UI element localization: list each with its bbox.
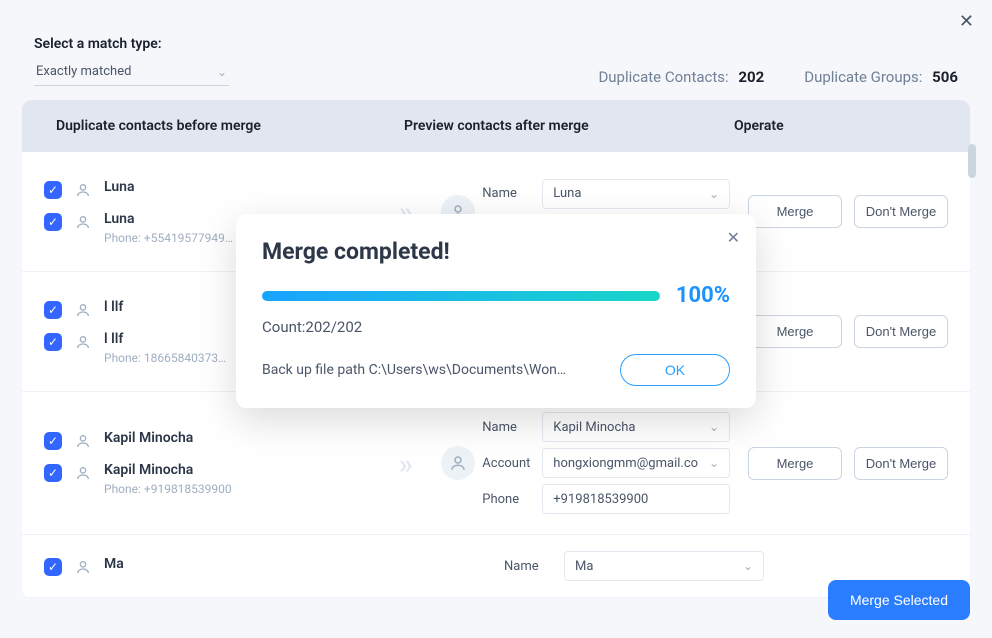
user-icon (74, 301, 92, 319)
checkbox-icon[interactable]: ✓ (44, 558, 62, 576)
close-icon: ✕ (727, 230, 740, 247)
contact-row: ✓ Luna (44, 173, 377, 205)
dont-merge-button[interactable]: Don't Merge (854, 195, 948, 228)
preview-phone-value: +919818539900 (553, 492, 648, 507)
backup-path: Back up file path C:\Users\ws\Documents\… (262, 362, 604, 378)
dont-merge-button[interactable]: Don't Merge (854, 315, 948, 348)
header: Select a match type: Exactly matched ⌄ D… (0, 0, 992, 86)
preview-account-label: Account (482, 456, 542, 471)
preview-name-value: Luna (553, 186, 581, 201)
preview-name-select[interactable]: Luna ⌄ (542, 179, 730, 209)
chevron-down-icon: ⌄ (709, 420, 719, 434)
preview-account-value: hongxiongmm@gmail.co (553, 456, 698, 471)
chevron-down-icon: ⌄ (709, 456, 719, 470)
merge-button[interactable]: Merge (748, 447, 842, 480)
user-icon (74, 181, 92, 199)
progress-bar (262, 291, 660, 301)
contact-name: Luna (104, 211, 233, 227)
preview-phone-select[interactable]: +919818539900 (542, 484, 730, 514)
contact-row: ✓ Kapil Minocha (44, 424, 377, 456)
merge-button[interactable]: Merge (748, 195, 842, 228)
preview-name-label: Name (504, 559, 564, 574)
dont-merge-button[interactable]: Don't Merge (854, 447, 948, 480)
user-icon (74, 213, 92, 231)
modal-close-button[interactable]: ✕ (727, 228, 740, 248)
contact-name: Kapil Minocha (104, 462, 232, 478)
checkbox-icon[interactable]: ✓ (44, 181, 62, 199)
merge-complete-modal: ✕ Merge completed! 100% Count:202/202 Ba… (236, 214, 756, 408)
dup-contacts-label: Duplicate Contacts: (598, 68, 728, 86)
contact-row: ✓ Ma (44, 550, 394, 582)
checkbox-icon[interactable]: ✓ (44, 432, 62, 450)
contact-row: ✓ Kapil Minocha Phone: +919818539900 (44, 456, 377, 502)
contact-name: Kapil Minocha (104, 430, 193, 446)
merge-selected-button[interactable]: Merge Selected (828, 580, 970, 620)
preview-name-select[interactable]: Ma ⌄ (564, 551, 764, 581)
chevron-down-icon: ⌄ (743, 559, 753, 573)
contact-phone: Phone: +55419577949… (104, 231, 233, 245)
group-row: ✓ Kapil Minocha ✓ Kapil Minocha Phone: +… (22, 392, 970, 535)
dup-contacts-stat: Duplicate Contacts: 202 (598, 68, 764, 86)
preview-name-value: Ma (575, 559, 593, 574)
col-preview: Preview contacts after merge (404, 118, 724, 134)
checkbox-icon[interactable]: ✓ (44, 464, 62, 482)
preview-phone-label: Phone (482, 492, 542, 507)
preview-name-select[interactable]: Kapil Minocha ⌄ (542, 412, 730, 442)
preview-name-label: Name (482, 420, 542, 435)
user-icon (74, 432, 92, 450)
dup-groups-label: Duplicate Groups: (804, 68, 922, 86)
preview-account-select[interactable]: hongxiongmm@gmail.co ⌄ (542, 448, 730, 478)
merge-button[interactable]: Merge (748, 315, 842, 348)
checkbox-icon[interactable]: ✓ (44, 213, 62, 231)
double-arrow-icon: » (399, 447, 413, 480)
contact-name: l llf (104, 331, 226, 347)
checkbox-icon[interactable]: ✓ (44, 301, 62, 319)
match-type-select[interactable]: Exactly matched ⌄ (34, 60, 229, 86)
user-icon (74, 464, 92, 482)
ok-button[interactable]: OK (620, 354, 730, 386)
window-close-button[interactable]: ✕ (959, 12, 974, 30)
chevron-down-icon: ⌄ (217, 65, 227, 79)
modal-title: Merge completed! (262, 238, 730, 265)
match-type-label: Select a match type: (34, 36, 958, 52)
user-icon (74, 333, 92, 351)
avatar (441, 446, 475, 480)
dup-contacts-value: 202 (738, 68, 764, 86)
table-head: Duplicate contacts before merge Preview … (22, 100, 970, 152)
stats: Duplicate Contacts: 202 Duplicate Groups… (598, 68, 958, 86)
checkbox-icon[interactable]: ✓ (44, 333, 62, 351)
progress-count: Count:202/202 (262, 318, 730, 336)
scrollbar[interactable] (968, 144, 976, 178)
chevron-down-icon: ⌄ (709, 187, 719, 201)
contact-phone: Phone: +919818539900 (104, 482, 232, 496)
contact-name: Luna (104, 179, 135, 195)
close-icon: ✕ (959, 11, 974, 31)
col-operate: Operate (724, 118, 948, 134)
match-type-value: Exactly matched (36, 64, 131, 79)
user-icon (74, 558, 92, 576)
dup-groups-value: 506 (932, 68, 958, 86)
contact-name: Ma (104, 556, 124, 572)
preview-name-value: Kapil Minocha (553, 420, 635, 435)
progress-percent: 100% (676, 283, 730, 308)
preview-name-label: Name (482, 186, 542, 201)
dup-groups-stat: Duplicate Groups: 506 (804, 68, 958, 86)
contact-phone: Phone: 18665840373… (104, 351, 226, 365)
col-before: Duplicate contacts before merge (44, 118, 404, 134)
contact-name: l llf (104, 299, 123, 315)
